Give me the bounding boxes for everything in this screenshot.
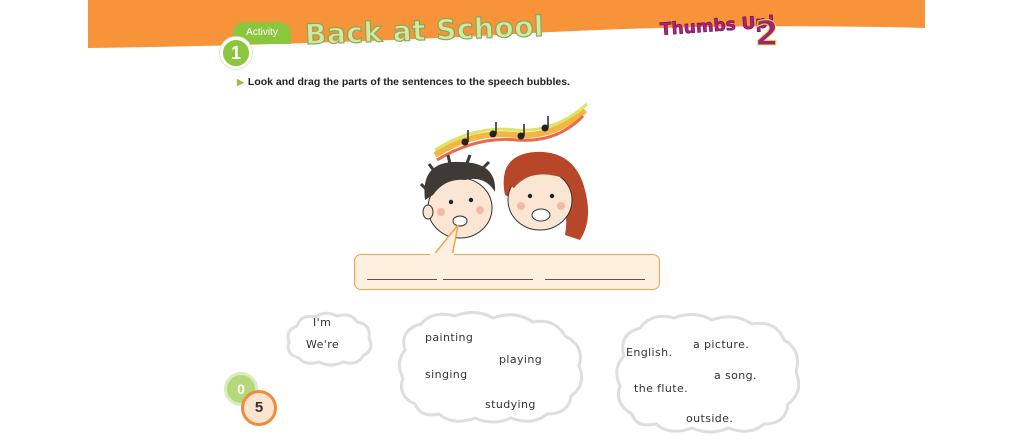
answer-blank-verb[interactable]	[443, 279, 533, 280]
answer-blank-object[interactable]	[545, 279, 645, 280]
activity-number: 1	[220, 37, 252, 69]
word-the-flute[interactable]: the flute.	[634, 382, 688, 395]
logo-number: 2	[755, 14, 780, 55]
play-triangle-icon: ▶	[237, 77, 244, 87]
word-outside[interactable]: outside.	[686, 412, 733, 425]
word-english[interactable]: English.	[626, 346, 672, 359]
word-a-picture[interactable]: a picture.	[693, 338, 749, 351]
word-playing[interactable]: playing	[499, 353, 542, 366]
word-singing[interactable]: singing	[425, 368, 468, 381]
word-a-song[interactable]: a song.	[714, 369, 757, 382]
word-im[interactable]: I'm	[313, 316, 331, 329]
word-painting[interactable]: painting	[425, 331, 473, 344]
answer-speech-bubble[interactable]	[354, 254, 660, 290]
progress-total: 5	[241, 390, 277, 426]
word-studying[interactable]: studying	[485, 398, 536, 411]
instruction: ▶ Look and drag the parts of the sentence…	[237, 76, 570, 88]
answer-blank-subject[interactable]	[367, 279, 437, 280]
thumbs-up-logo: Thumbs Up! 2	[659, 12, 790, 62]
bubble-pointer-mask	[430, 253, 454, 257]
instruction-text: Look and drag the parts of the sentences…	[247, 76, 570, 88]
word-were[interactable]: We're	[306, 338, 339, 351]
